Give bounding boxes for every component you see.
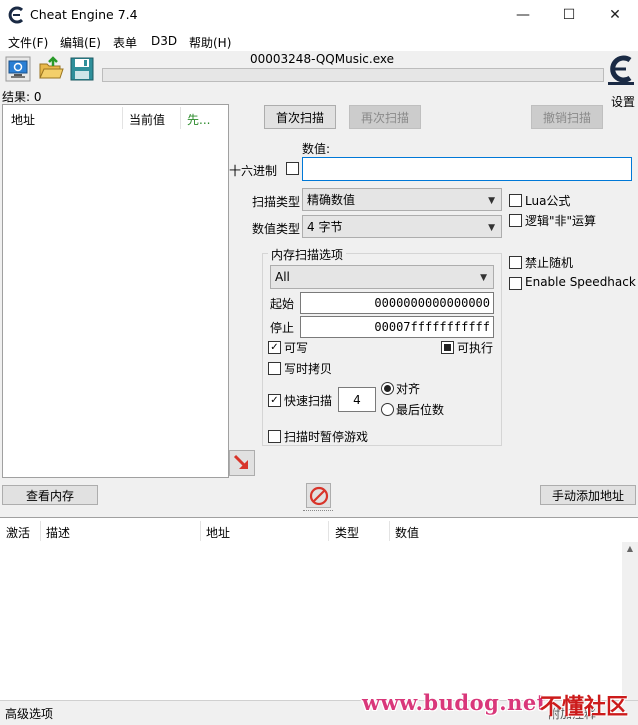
memory-region-value: All xyxy=(275,270,290,284)
watermark-url: www.budog.net xyxy=(362,690,547,715)
scroll-up-icon[interactable]: ▲ xyxy=(622,542,638,553)
results-count: 结果: 0 xyxy=(2,90,42,104)
results-col-current[interactable]: 当前值 xyxy=(129,111,165,128)
executable-checkbox[interactable] xyxy=(441,341,454,354)
cheat-engine-logo-icon xyxy=(8,6,24,24)
fast-scan-alignment-input[interactable]: 4 xyxy=(338,387,376,412)
column-divider xyxy=(40,521,41,541)
no-random-label: 禁止随机 xyxy=(525,256,574,270)
window-title: Cheat Engine 7.4 xyxy=(30,7,138,22)
maximize-button[interactable]: ☐ xyxy=(546,0,592,30)
memory-region-select[interactable]: All ▼ xyxy=(270,265,494,289)
column-divider xyxy=(200,521,201,541)
splitter-handle[interactable] xyxy=(303,510,333,514)
indeterminate-icon xyxy=(444,344,451,351)
value-type-value: 4 字节 xyxy=(307,220,343,234)
start-address-input[interactable]: 0000000000000000 xyxy=(300,292,494,314)
stop-button[interactable] xyxy=(306,483,331,508)
chevron-down-icon: ▼ xyxy=(488,195,495,206)
table-col-type[interactable]: 类型 xyxy=(335,524,359,541)
scan-type-value: 精确数值 xyxy=(307,193,356,207)
last-digits-label: 最后位数 xyxy=(396,403,445,417)
lua-formula-checkbox[interactable] xyxy=(509,194,522,207)
check-icon: ✓ xyxy=(270,341,279,353)
results-col-previous[interactable]: 先... xyxy=(187,111,210,128)
value-type-label: 数值类型 xyxy=(252,222,301,236)
add-address-button[interactable]: 手动添加地址 xyxy=(540,485,636,505)
chevron-down-icon: ▼ xyxy=(488,222,495,233)
speedhack-label: Enable Speedhack xyxy=(525,275,636,289)
add-to-list-button[interactable] xyxy=(229,450,255,476)
column-divider xyxy=(328,521,329,541)
no-entry-icon xyxy=(309,486,328,505)
view-memory-button[interactable]: 查看内存 xyxy=(2,485,98,505)
table-scrollbar[interactable]: ▲ xyxy=(622,542,638,700)
open-process-icon[interactable] xyxy=(5,56,31,82)
settings-label[interactable]: 设置 xyxy=(611,93,635,110)
fast-scan-checkbox[interactable]: ✓ xyxy=(268,394,281,407)
not-operator-checkbox[interactable] xyxy=(509,214,522,227)
value-type-select[interactable]: 4 字节 ▼ xyxy=(302,215,502,238)
not-operator-label: 逻辑"非"运算 xyxy=(525,214,597,228)
first-scan-button[interactable]: 首次扫描 xyxy=(264,105,336,129)
results-list[interactable]: 地址 当前值 先... xyxy=(2,104,229,478)
stop-address-input[interactable]: 00007fffffffffff xyxy=(300,316,494,338)
close-button[interactable]: ✕ xyxy=(592,0,638,30)
column-divider xyxy=(389,521,390,541)
menu-d3d[interactable]: D3D xyxy=(151,34,177,48)
table-col-active[interactable]: 激活 xyxy=(6,524,30,541)
undo-scan-button[interactable]: 撤销扫描 xyxy=(531,105,603,129)
writable-checkbox[interactable]: ✓ xyxy=(268,341,281,354)
radio-dot-icon xyxy=(384,385,391,392)
executable-label: 可执行 xyxy=(457,341,494,355)
start-label: 起始 xyxy=(270,297,295,311)
hex-label: 十六进制 xyxy=(229,164,278,178)
next-scan-button[interactable]: 再次扫描 xyxy=(349,105,421,129)
settings-icon[interactable] xyxy=(606,52,636,86)
check-icon: ✓ xyxy=(270,394,279,406)
value-label: 数值: xyxy=(302,142,331,156)
minimize-button[interactable]: — xyxy=(500,0,546,30)
copy-on-write-checkbox[interactable] xyxy=(268,362,281,375)
speedhack-checkbox[interactable] xyxy=(509,277,522,290)
no-random-checkbox[interactable] xyxy=(509,256,522,269)
align-radio[interactable] xyxy=(381,382,394,395)
memory-scan-title: 内存扫描选项 xyxy=(268,246,347,263)
copy-on-write-label: 写时拷贝 xyxy=(284,362,333,376)
column-divider xyxy=(180,107,181,129)
process-title: 00003248-QQMusic.exe xyxy=(250,52,394,66)
watermark-site-name: 不懂社区 xyxy=(540,695,629,720)
pause-game-label: 扫描时暂停游戏 xyxy=(284,430,369,444)
menu-edit[interactable]: 编辑(E) xyxy=(60,34,101,51)
value-input[interactable] xyxy=(302,157,632,181)
menu-help[interactable]: 帮助(H) xyxy=(189,34,231,51)
scan-type-select[interactable]: 精确数值 ▼ xyxy=(302,188,502,211)
open-file-icon[interactable] xyxy=(38,56,64,82)
stop-label: 停止 xyxy=(270,321,295,335)
scan-type-label: 扫描类型 xyxy=(252,195,301,209)
fast-scan-label: 快速扫描 xyxy=(284,394,333,408)
align-label: 对齐 xyxy=(396,382,421,396)
table-col-address[interactable]: 地址 xyxy=(206,524,230,541)
writable-label: 可写 xyxy=(284,341,309,355)
table-col-value[interactable]: 数值 xyxy=(395,524,419,541)
scan-progress-bar xyxy=(102,68,604,82)
table-col-description[interactable]: 描述 xyxy=(46,524,70,541)
results-col-address[interactable]: 地址 xyxy=(11,111,35,128)
last-digits-radio[interactable] xyxy=(381,403,394,416)
save-icon[interactable] xyxy=(69,56,95,82)
advanced-options-link[interactable]: 高级选项 xyxy=(5,705,53,722)
lua-formula-label: Lua公式 xyxy=(525,194,571,208)
chevron-down-icon: ▼ xyxy=(480,273,487,283)
address-table[interactable]: 激活 描述 地址 类型 数值 xyxy=(0,517,638,700)
arrow-down-right-icon xyxy=(233,454,248,469)
menu-file[interactable]: 文件(F) xyxy=(8,34,48,51)
hex-checkbox[interactable] xyxy=(286,162,299,175)
pause-game-checkbox[interactable] xyxy=(268,430,281,443)
menu-table[interactable]: 表单 xyxy=(113,34,137,51)
column-divider xyxy=(122,107,123,129)
